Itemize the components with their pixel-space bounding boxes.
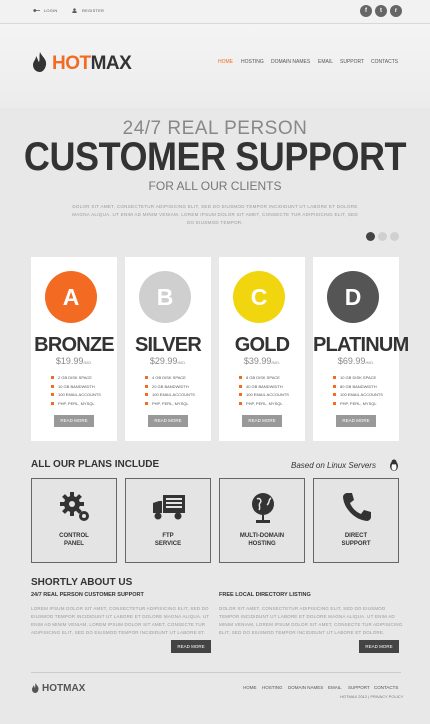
hero-line-3: FOR ALL OUR CLIENTS [148,179,282,193]
globe-icon [252,493,274,523]
footer-flame-icon [32,683,39,693]
feature-control-panel[interactable]: CONTROL PANEL [31,478,117,563]
plan-feature: 100 EMAIL ACCOUNTS [145,392,195,397]
plan-name: GOLD [234,334,290,356]
feature-label-line1: DIRECT [344,533,368,539]
plan-feature: 2 GB DISK SPACE [51,375,92,380]
feature-label-line2: SUPPORT [341,541,371,547]
slider-dot-1[interactable] [366,232,375,241]
plan-feature: 10 GB DISK SPACE [333,375,376,380]
footer-copyright[interactable]: HOTMAX 2012 | PRIVACY POLICY [340,694,403,699]
plan-read-more-button[interactable]: READ MORE [242,415,282,427]
facebook-icon[interactable]: f [360,5,372,17]
plan-feature: 100 EMAIL ACCOUNTS [333,392,383,397]
about-col1-text: LOREM IPSUM DOLOR SIT AMET, CONSECTETUR … [31,606,210,635]
plan-badge: D [327,271,379,323]
hero-text: DOLOR SIT AMET, CONSECTETUR ADIPISICING … [72,204,358,225]
top-bar: LOGIN REGISTER f t r [0,0,430,24]
nav-contacts[interactable]: CONTACTS [371,59,398,65]
linux-note: Based on Linux Servers [291,461,376,470]
plan-badge: A [45,271,97,323]
plan-badge: C [233,271,285,323]
about-title: SHORTLY ABOUT US [31,577,133,588]
plan-feature: PHP, PERL, MYSQL [145,401,189,406]
feature-direct-support[interactable]: DIRECT SUPPORT [313,478,399,563]
nav-email[interactable]: EMAIL [318,59,333,65]
footer-nav-domain-names[interactable]: DOMAIN NAMES [288,685,323,690]
feature-label-line2: SERVICE [154,541,182,547]
plan-badge: B [139,271,191,323]
plan-feature: 8 GB DISK SPACE [239,375,280,380]
footer-nav-home[interactable]: HOME [243,685,257,690]
phone-icon [343,493,371,521]
feature-label-line2: HOSTING [248,541,276,547]
user-icon [72,8,77,14]
plan-feature: PHP, PERL, MYSQL [333,401,377,406]
plan-read-more-button[interactable]: READ MORE [336,415,376,427]
site-logo[interactable]: HOTMAX [52,53,132,75]
about-col1-read-more[interactable]: READ MORE [171,640,211,653]
feature-label-line1: MULTI-DOMAIN [239,533,285,539]
plan-name: PLATINUM [313,334,409,356]
plan-feature: 100 EMAIL ACCOUNTS [51,392,101,397]
plan-read-more-button[interactable]: READ MORE [148,415,188,427]
linux-tux-icon [390,459,398,471]
slider-dot-3[interactable] [390,232,399,241]
hero-title: CUSTOMER SUPPORT [23,135,407,179]
feature-multi-domain-hosting[interactable]: MULTI-DOMAIN HOSTING [219,478,305,563]
plan-feature: PHP, PERL, MYSQL [51,401,95,406]
login-link[interactable]: LOGIN [33,8,57,13]
nav-hosting[interactable]: HOSTING [241,59,264,65]
plan-price: $19.99/MO. [55,356,93,366]
about-col1-heading: 24/7 REAL PERSON CUSTOMER SUPPORT [31,592,144,598]
plan-feature: 10 GB BANDWIDTH [51,384,95,389]
plan-card-silver: B SILVER $29.99/MO. 4 GB DISK SPACE 20 GB BA… [125,257,211,441]
plan-read-more-button[interactable]: READ MORE [54,415,94,427]
feature-ftp-service[interactable]: FTP SERVICE [125,478,211,563]
feature-label-line2: PANEL [64,541,84,547]
plan-price: $69.99/MO. [337,356,375,366]
gears-icon [60,492,89,521]
about-col2-heading: FREE LOCAL DIRECTORY LISTING [219,592,311,598]
plan-price: $39.99/MO. [243,356,281,366]
plan-card-platinum: D PLATINUM $69.99/MO. 10 GB DISK SPACE 80 GB… [313,257,409,441]
footer-nav-hosting[interactable]: HOSTING [262,685,283,690]
hero-slider: 24/7 REAL PERSON CUSTOMER SUPPORT FOR AL… [0,108,430,248]
plan-feature: 80 GB BANDWIDTH [333,384,377,389]
footer-logo[interactable]: HOTMAX [42,683,85,694]
about-col2-read-more[interactable]: READ MORE [359,640,399,653]
twitter-icon[interactable]: t [375,5,387,17]
footer-nav-contacts[interactable]: CONTACTS [374,685,398,690]
slider-dot-2[interactable] [378,232,387,241]
feature-label-line1: FTP [162,533,174,539]
truck-icon [153,495,185,520]
feature-label-line1: CONTROL [59,533,89,539]
footer-nav-email[interactable]: EMAIL [328,685,342,690]
register-link[interactable]: REGISTER [71,8,104,14]
flame-logo-icon [33,52,47,72]
plan-name: SILVER [135,334,202,356]
footer-divider [31,672,401,673]
plan-feature: 4 GB DISK SPACE [145,375,186,380]
nav-support[interactable]: SUPPORT [340,59,364,65]
plan-card-bronze: A BRONZE $19.99/MO. 2 GB DISK SPACE 10 GB BA… [31,257,117,441]
plan-feature: 20 GB BANDWIDTH [145,384,189,389]
footer-nav-support[interactable]: SUPPORT [348,685,370,690]
plan-feature: PHP, PERL, MYSQL [239,401,283,406]
plan-card-gold: C GOLD $39.99/MO. 8 GB DISK SPACE 40 GB BAND… [219,257,305,441]
plans-include-title: ALL OUR PLANS INCLUDE [31,459,160,470]
nav-domain-names[interactable]: DOMAIN NAMES [271,59,310,65]
plan-feature: 40 GB BANDWIDTH [239,384,283,389]
rss-icon[interactable]: r [390,5,402,17]
plan-price: $29.99/MO. [149,356,187,366]
plan-name: BRONZE [34,334,114,356]
key-icon [33,9,40,13]
about-col2-text: DOLOR SIT AMET, CONSECTETUR ADIPISICING … [219,606,403,635]
nav-home[interactable]: HOME [218,59,233,65]
plan-feature: 100 EMAIL ACCOUNTS [239,392,289,397]
